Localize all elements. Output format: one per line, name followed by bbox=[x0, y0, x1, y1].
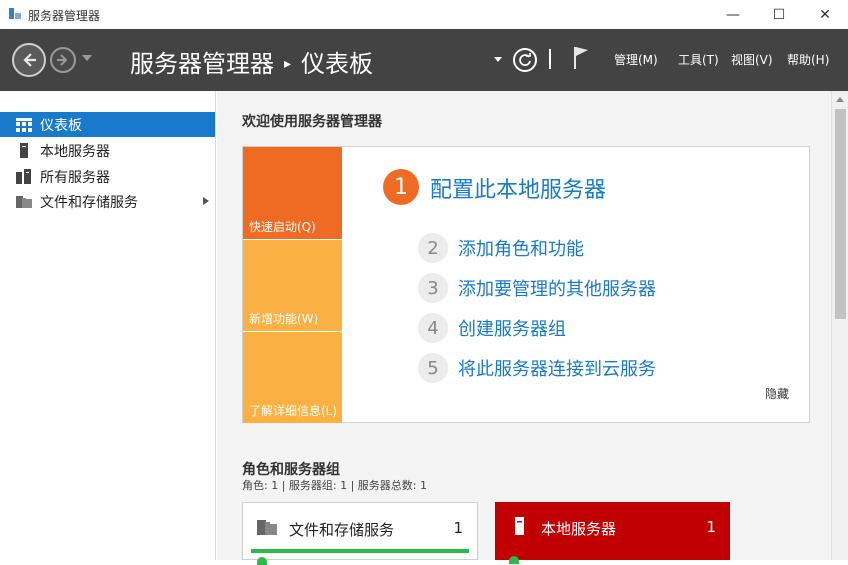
card-count: 1 bbox=[706, 518, 716, 536]
tile-label: 了解详细信息(L) bbox=[249, 404, 338, 418]
step-number-badge: 1 bbox=[383, 169, 419, 205]
breadcrumb-current: 仪表板 bbox=[301, 50, 374, 78]
arrow-right-icon bbox=[57, 54, 68, 66]
history-dropdown-icon[interactable] bbox=[82, 55, 92, 61]
step-number-badge: 3 bbox=[418, 273, 448, 303]
status-bar bbox=[251, 549, 469, 553]
step-link[interactable]: 将此服务器连接到云服务 bbox=[458, 355, 656, 381]
sidebar-item-all-servers[interactable]: 所有服务器 bbox=[0, 164, 215, 189]
maximize-button[interactable]: ☐ bbox=[756, 0, 802, 29]
hide-link[interactable]: 隐藏 bbox=[765, 385, 789, 402]
refresh-button[interactable] bbox=[513, 48, 537, 72]
title-bar: 服务器管理器 — ☐ ✕ bbox=[0, 0, 848, 29]
forward-button[interactable] bbox=[50, 47, 76, 73]
welcome-title: 欢迎使用服务器管理器 bbox=[242, 114, 382, 130]
menu-manage[interactable]: 管理(M) bbox=[614, 51, 658, 68]
sidebar-item-local-server[interactable]: 本地服务器 bbox=[0, 138, 215, 163]
quick-start-panel: 快速启动(Q) 新增功能(W) 了解详细信息(L) 1 配置此本地服务器 2 添… bbox=[242, 146, 810, 423]
step-number-badge: 5 bbox=[418, 353, 448, 383]
tile-label: 新增功能(W) bbox=[249, 312, 319, 326]
roles-summary: 角色: 1 | 服务器组: 1 | 服务器总数: 1 bbox=[242, 479, 428, 492]
sidebar: 仪表板 本地服务器 所有服务器 文件和存储服务 bbox=[0, 91, 216, 560]
breadcrumb-dropdown-icon[interactable] bbox=[494, 57, 502, 62]
sidebar-item-label: 文件和存储服务 bbox=[40, 194, 138, 211]
card-title: 文件和存储服务 bbox=[289, 521, 395, 539]
step-link[interactable]: 添加角色和功能 bbox=[458, 235, 584, 261]
arrow-left-icon bbox=[23, 53, 36, 67]
dashboard-grid-icon bbox=[16, 117, 32, 133]
file-storage-icon bbox=[257, 517, 277, 537]
sidebar-item-label: 仪表板 bbox=[40, 117, 82, 134]
tile-quick-start[interactable]: 快速启动(Q) bbox=[243, 147, 342, 239]
step-create-group[interactable]: 4 创建服务器组 bbox=[418, 313, 566, 343]
status-ok-icon bbox=[257, 557, 267, 565]
step-link[interactable]: 创建服务器组 bbox=[458, 315, 566, 341]
configure-local-server-link[interactable]: 配置此本地服务器 bbox=[430, 172, 606, 204]
scroll-thumb[interactable] bbox=[835, 109, 846, 319]
scroll-up-arrow-icon[interactable] bbox=[836, 97, 844, 102]
minimize-button[interactable]: — bbox=[710, 0, 756, 29]
servers-icon bbox=[16, 169, 32, 185]
sidebar-item-dashboard[interactable]: 仪表板 bbox=[0, 112, 215, 137]
server-icon bbox=[16, 143, 32, 159]
tile-whats-new[interactable]: 新增功能(W) bbox=[243, 239, 342, 331]
server-manager-app-icon bbox=[9, 8, 21, 19]
role-card-file-storage[interactable]: 文件和存储服务 1 bbox=[242, 502, 478, 565]
menu-tools[interactable]: 工具(T) bbox=[678, 51, 719, 68]
step-connect-cloud[interactable]: 5 将此服务器连接到云服务 bbox=[418, 353, 656, 383]
close-button[interactable]: ✕ bbox=[802, 0, 848, 29]
sidebar-item-file-storage[interactable]: 文件和存储服务 bbox=[0, 189, 215, 214]
refresh-icon bbox=[519, 53, 531, 66]
expand-arrow-icon[interactable] bbox=[203, 197, 209, 205]
sidebar-item-label: 所有服务器 bbox=[40, 169, 110, 186]
window-title: 服务器管理器 bbox=[28, 9, 101, 23]
role-card-local-server[interactable]: 本地服务器 1 bbox=[495, 502, 730, 564]
step-number-badge: 4 bbox=[418, 313, 448, 343]
step-add-roles[interactable]: 2 添加角色和功能 bbox=[418, 233, 584, 263]
step-number-badge: 2 bbox=[418, 233, 448, 263]
tile-label: 快速启动(Q) bbox=[249, 220, 316, 234]
card-title: 本地服务器 bbox=[541, 520, 617, 538]
breadcrumb: 服务器管理器 ▸ 仪表板 bbox=[130, 44, 373, 79]
main-content: 欢迎使用服务器管理器 快速启动(Q) 新增功能(W) 了解详细信息(L) 1 配… bbox=[217, 91, 831, 565]
step-add-servers[interactable]: 3 添加要管理的其他服务器 bbox=[418, 273, 656, 303]
header-divider bbox=[549, 49, 551, 69]
tile-learn-more[interactable]: 了解详细信息(L) bbox=[243, 331, 342, 423]
card-count: 1 bbox=[453, 519, 463, 537]
menu-view[interactable]: 视图(V) bbox=[731, 51, 773, 68]
breadcrumb-root[interactable]: 服务器管理器 bbox=[130, 50, 274, 78]
step-link[interactable]: 添加要管理的其他服务器 bbox=[458, 275, 656, 301]
roles-section-title: 角色和服务器组 bbox=[242, 462, 340, 478]
header-bar: 服务器管理器 ▸ 仪表板 管理(M) 工具(T) 视图(V) 帮助(H) bbox=[0, 29, 848, 91]
status-ok-icon bbox=[509, 556, 519, 564]
server-icon bbox=[509, 516, 529, 536]
vertical-scrollbar[interactable] bbox=[831, 91, 848, 560]
sidebar-item-label: 本地服务器 bbox=[40, 143, 110, 160]
notifications-flag-icon[interactable] bbox=[571, 45, 591, 71]
breadcrumb-separator-icon: ▸ bbox=[284, 56, 292, 72]
file-storage-icon bbox=[16, 194, 32, 210]
menu-help[interactable]: 帮助(H) bbox=[787, 51, 829, 68]
back-button[interactable] bbox=[12, 43, 46, 77]
